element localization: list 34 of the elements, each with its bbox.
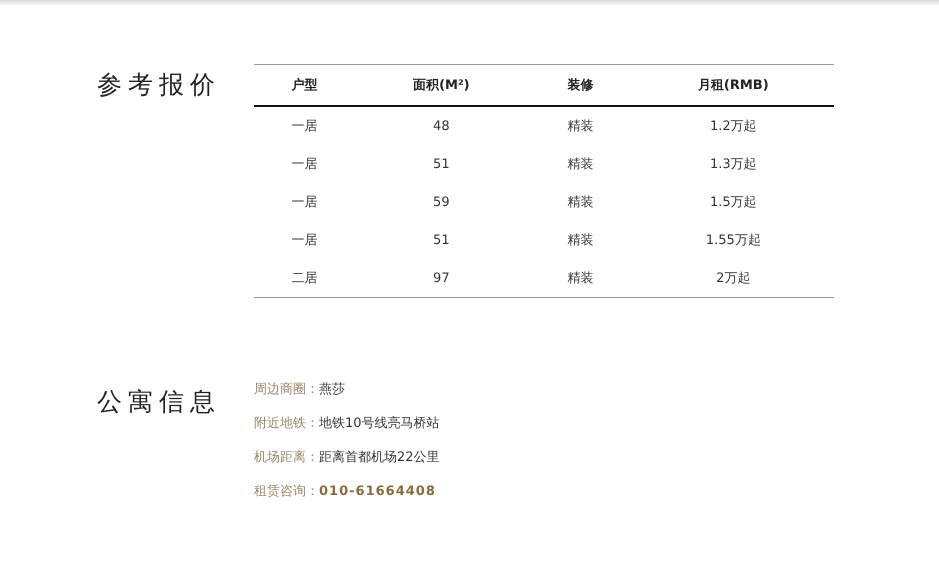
section-title: 参考报价	[97, 69, 222, 101]
table-cell-text: 精装	[566, 232, 594, 250]
table-cell: 一居	[254, 106, 355, 145]
table-cell: 精装	[528, 259, 633, 298]
table-cell: 二居	[254, 259, 355, 298]
table-cell-text: 一居	[290, 194, 318, 212]
table-cell: 48	[354, 106, 528, 145]
info-label: 租赁咨询：	[254, 483, 319, 500]
info-value: 距离首都机场22公里	[319, 449, 440, 466]
info-label: 周边商圈：	[254, 381, 319, 398]
table-cell-text: 一居	[290, 156, 318, 174]
section-title: 公寓信息	[97, 386, 222, 418]
table-cell-text: 1.55万起	[704, 232, 762, 250]
table-cell: 2万起	[632, 259, 834, 298]
table-cell-text: 精装	[566, 194, 594, 212]
phone-number: 010-61664408	[319, 484, 436, 498]
table-cell-text: 1.3万起	[708, 156, 758, 174]
table-cell: 1.2万起	[632, 106, 834, 145]
table-cell-text: 51	[432, 232, 451, 250]
table-cell-text: 一居	[290, 232, 318, 250]
info-label: 机场距离：	[254, 449, 319, 466]
table-cell-text: 1.5万起	[708, 194, 758, 212]
info-value: 燕莎	[319, 381, 345, 398]
info-value: 地铁10号线亮马桥站	[319, 415, 440, 432]
table-cell-text: 51	[432, 156, 451, 174]
table-cell: 97	[354, 259, 528, 298]
table-cell: 精装	[528, 106, 633, 145]
column-header: 户型	[254, 64, 355, 106]
column-header: 面积(M²)	[354, 64, 528, 106]
column-header: 月租(RMB)	[632, 64, 834, 106]
column-header: 装修	[528, 64, 633, 106]
table-cell-text: 精装	[566, 156, 594, 174]
info-label: 附近地铁：	[254, 415, 319, 432]
table-cell-text: 59	[432, 194, 451, 212]
